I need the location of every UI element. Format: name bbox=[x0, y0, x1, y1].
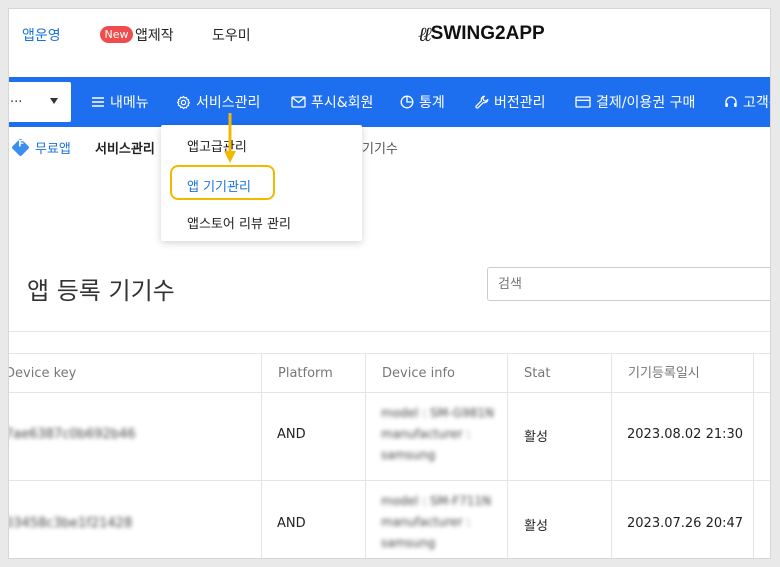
nav-item-payment[interactable]: 결제/이용권 구매 bbox=[575, 77, 695, 127]
breadcrumb-current: 기기수 bbox=[362, 142, 398, 157]
status-cell: 활성 bbox=[524, 519, 548, 534]
top-link-app-ops[interactable]: 앱운영 bbox=[22, 25, 61, 45]
table-row[interactable]: 7ae6387c0b692b46 AND model : SM-G981N ma… bbox=[8, 393, 770, 481]
column-divider bbox=[507, 353, 508, 558]
nav-label: 푸시&회원 bbox=[311, 95, 374, 111]
nav-item-statistics[interactable]: 통계 bbox=[400, 77, 445, 127]
gear-icon bbox=[176, 95, 191, 109]
device-table: Device key Platform Device info Stat 기기등… bbox=[8, 331, 770, 558]
device-key-cell: 7ae6387c0b692b46 bbox=[8, 427, 136, 442]
new-badge: New bbox=[100, 26, 133, 43]
column-divider bbox=[365, 353, 366, 558]
device-info-line: model : SM-G981N bbox=[381, 406, 494, 420]
device-info-line: samsung bbox=[381, 536, 436, 550]
wrench-icon bbox=[475, 95, 489, 109]
column-header-device-info: Device info bbox=[365, 354, 507, 394]
platform-cell: AND bbox=[277, 516, 306, 531]
nav-label: 고객센 bbox=[743, 95, 770, 111]
search-input[interactable] bbox=[487, 267, 770, 301]
hamburger-icon bbox=[92, 97, 104, 107]
credit-card-icon bbox=[575, 96, 591, 108]
column-header-platform: Platform bbox=[261, 354, 365, 394]
device-info-line: manufacturer : bbox=[381, 427, 471, 441]
menu-item-app-device-management[interactable]: 앱 기기관리 bbox=[187, 176, 251, 195]
mail-icon bbox=[291, 96, 306, 108]
column-header-extra bbox=[753, 354, 770, 394]
device-info-line: manufacturer : bbox=[381, 515, 471, 529]
nav-item-service-management[interactable]: 서비스관리 bbox=[176, 77, 260, 127]
table-row[interactable]: 03458c3be1f21428 AND model : SM-F711N ma… bbox=[8, 481, 770, 558]
divider bbox=[9, 331, 770, 332]
column-header-device-key: Device key bbox=[8, 366, 77, 381]
headset-icon bbox=[725, 96, 737, 107]
registered-at-cell: 2023.08.02 21:30 bbox=[627, 427, 744, 442]
device-key-cell: 03458c3be1f21428 bbox=[8, 516, 133, 531]
service-management-dropdown: 앱고급관리 앱 기기관리 앱스토어 리뷰 관리 bbox=[161, 125, 362, 241]
platform-cell: AND bbox=[277, 427, 306, 442]
nav-label: 결제/이용권 구매 bbox=[596, 95, 696, 111]
column-header-registered-at: 기기등록일시 bbox=[611, 354, 753, 394]
column-divider bbox=[261, 353, 262, 558]
column-divider bbox=[753, 353, 754, 558]
swing2app-logo[interactable]: ℓℓ SWING2APP bbox=[418, 21, 545, 47]
page-title: 앱 등록 기기수 bbox=[27, 277, 175, 305]
column-divider bbox=[611, 353, 612, 558]
breadcrumb: F 무료앱 서비스관리 기기수 bbox=[9, 135, 770, 161]
status-cell: 활성 bbox=[524, 430, 548, 445]
breadcrumb-service-management[interactable]: 서비스관리 bbox=[95, 138, 155, 157]
nav-label: 통계 bbox=[419, 95, 445, 111]
device-info-line: model : SM-F711N bbox=[381, 494, 492, 508]
nav-item-push-members[interactable]: 푸시&회원 bbox=[291, 77, 373, 127]
caret-down-icon bbox=[50, 98, 58, 104]
nav-label: 내메뉴 bbox=[110, 95, 149, 111]
menu-item-app-store-reviews[interactable]: 앱스토어 리뷰 관리 bbox=[187, 213, 291, 232]
nav-item-my-menu[interactable]: 내메뉴 bbox=[91, 77, 149, 127]
nav-label: 버전관리 bbox=[494, 95, 546, 111]
nav-item-customer-center[interactable]: 고객센 bbox=[724, 77, 770, 127]
table-header-row: Device key Platform Device info Stat 기기등… bbox=[8, 353, 770, 394]
main-nav: ... 내메뉴 서비스관리 푸시&회원 통계 버전관리 결제/이용권 구매 고객 bbox=[9, 77, 770, 127]
nav-label: 서비스관리 bbox=[196, 95, 261, 111]
pointer-arrow-icon bbox=[224, 113, 236, 163]
nav-item-version-management[interactable]: 버전관리 bbox=[475, 77, 546, 127]
device-info-line: samsung bbox=[381, 448, 436, 462]
breadcrumb-free-app[interactable]: 무료앱 bbox=[35, 138, 71, 157]
free-app-diamond-icon: F bbox=[11, 138, 30, 157]
column-header-stat: Stat bbox=[507, 354, 611, 394]
device-info-cell: model : SM-G981N manufacturer : samsung bbox=[381, 403, 494, 466]
free-app-diamond-letter: F bbox=[18, 139, 25, 150]
app-window: 앱운영 New 앱제작 도우미 ℓℓ SWING2APP ... 내메뉴 서비스… bbox=[8, 8, 771, 559]
pie-chart-icon bbox=[400, 95, 414, 109]
top-link-app-make[interactable]: 앱제작 bbox=[135, 25, 174, 45]
top-bar: 앱운영 New 앱제작 도우미 ℓℓ SWING2APP bbox=[9, 9, 770, 77]
device-info-cell: model : SM-F711N manufacturer : samsung bbox=[381, 491, 491, 554]
app-select-dropdown[interactable]: ... bbox=[9, 82, 71, 122]
top-link-help[interactable]: 도우미 bbox=[212, 25, 251, 45]
logo-text: SWING2APP bbox=[430, 23, 545, 44]
registered-at-cell: 2023.07.26 20:47 bbox=[627, 516, 744, 531]
logo-script-mark: ℓℓ bbox=[418, 21, 432, 46]
app-select-value: ... bbox=[10, 91, 23, 106]
